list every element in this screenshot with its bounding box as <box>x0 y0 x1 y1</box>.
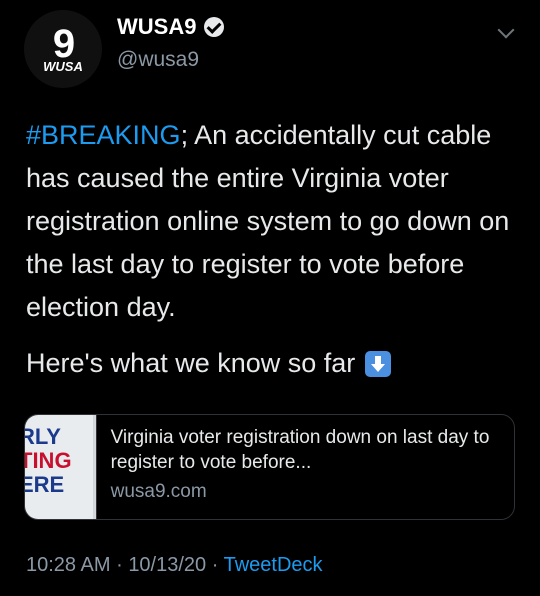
tweet-time[interactable]: 10:28 AM <box>26 554 111 576</box>
card-thumbnail: RLY TING ERE <box>25 415 97 519</box>
meta-separator: · <box>116 554 123 576</box>
tweet-date[interactable]: 10/13/20 <box>128 554 206 576</box>
meta-separator: · <box>211 554 219 576</box>
tweet-meta: 10:28 AM · 10/13/20 · TweetDeck <box>26 554 323 577</box>
tweet-text: #BREAKING; An accidentally cut cable has… <box>26 114 516 329</box>
hashtag-link[interactable]: #BREAKING <box>26 120 181 150</box>
card-title[interactable]: Virginia voter registration down on last… <box>111 425 500 475</box>
thumbnail-sign: RLY TING ERE <box>25 425 72 497</box>
display-name[interactable]: WUSA9 <box>117 14 196 40</box>
thumbnail-door-frame <box>93 415 96 519</box>
card-body: Virginia voter registration down on last… <box>97 415 514 519</box>
thumbnail-sign-line: TING <box>25 448 72 473</box>
link-card[interactable]: RLY TING ERE Virginia voter registration… <box>24 414 515 520</box>
author-handle[interactable]: @wusa9 <box>117 48 199 72</box>
tweet-second-line: Here's what we know so far <box>26 342 516 385</box>
tweet-body: ; An accidentally cut cable has caused t… <box>26 120 510 322</box>
avatar-logo-text: WUSA <box>43 58 83 74</box>
tweet-source-link[interactable]: TweetDeck <box>224 554 323 576</box>
avatar[interactable]: 9 WUSA <box>24 10 102 88</box>
tweet-second-line-text: Here's what we know so far <box>26 348 356 378</box>
card-domain: wusa9.com <box>110 481 207 502</box>
author-name-row: WUSA9 <box>117 14 225 40</box>
thumbnail-sign-line: ERE <box>25 472 65 497</box>
verified-badge-icon <box>204 17 225 37</box>
thumbnail-sign-line: RLY <box>25 424 61 449</box>
down-arrow-icon <box>365 350 392 377</box>
chevron-down-icon[interactable] <box>497 21 515 39</box>
avatar-logo-number: 9 <box>52 21 75 66</box>
